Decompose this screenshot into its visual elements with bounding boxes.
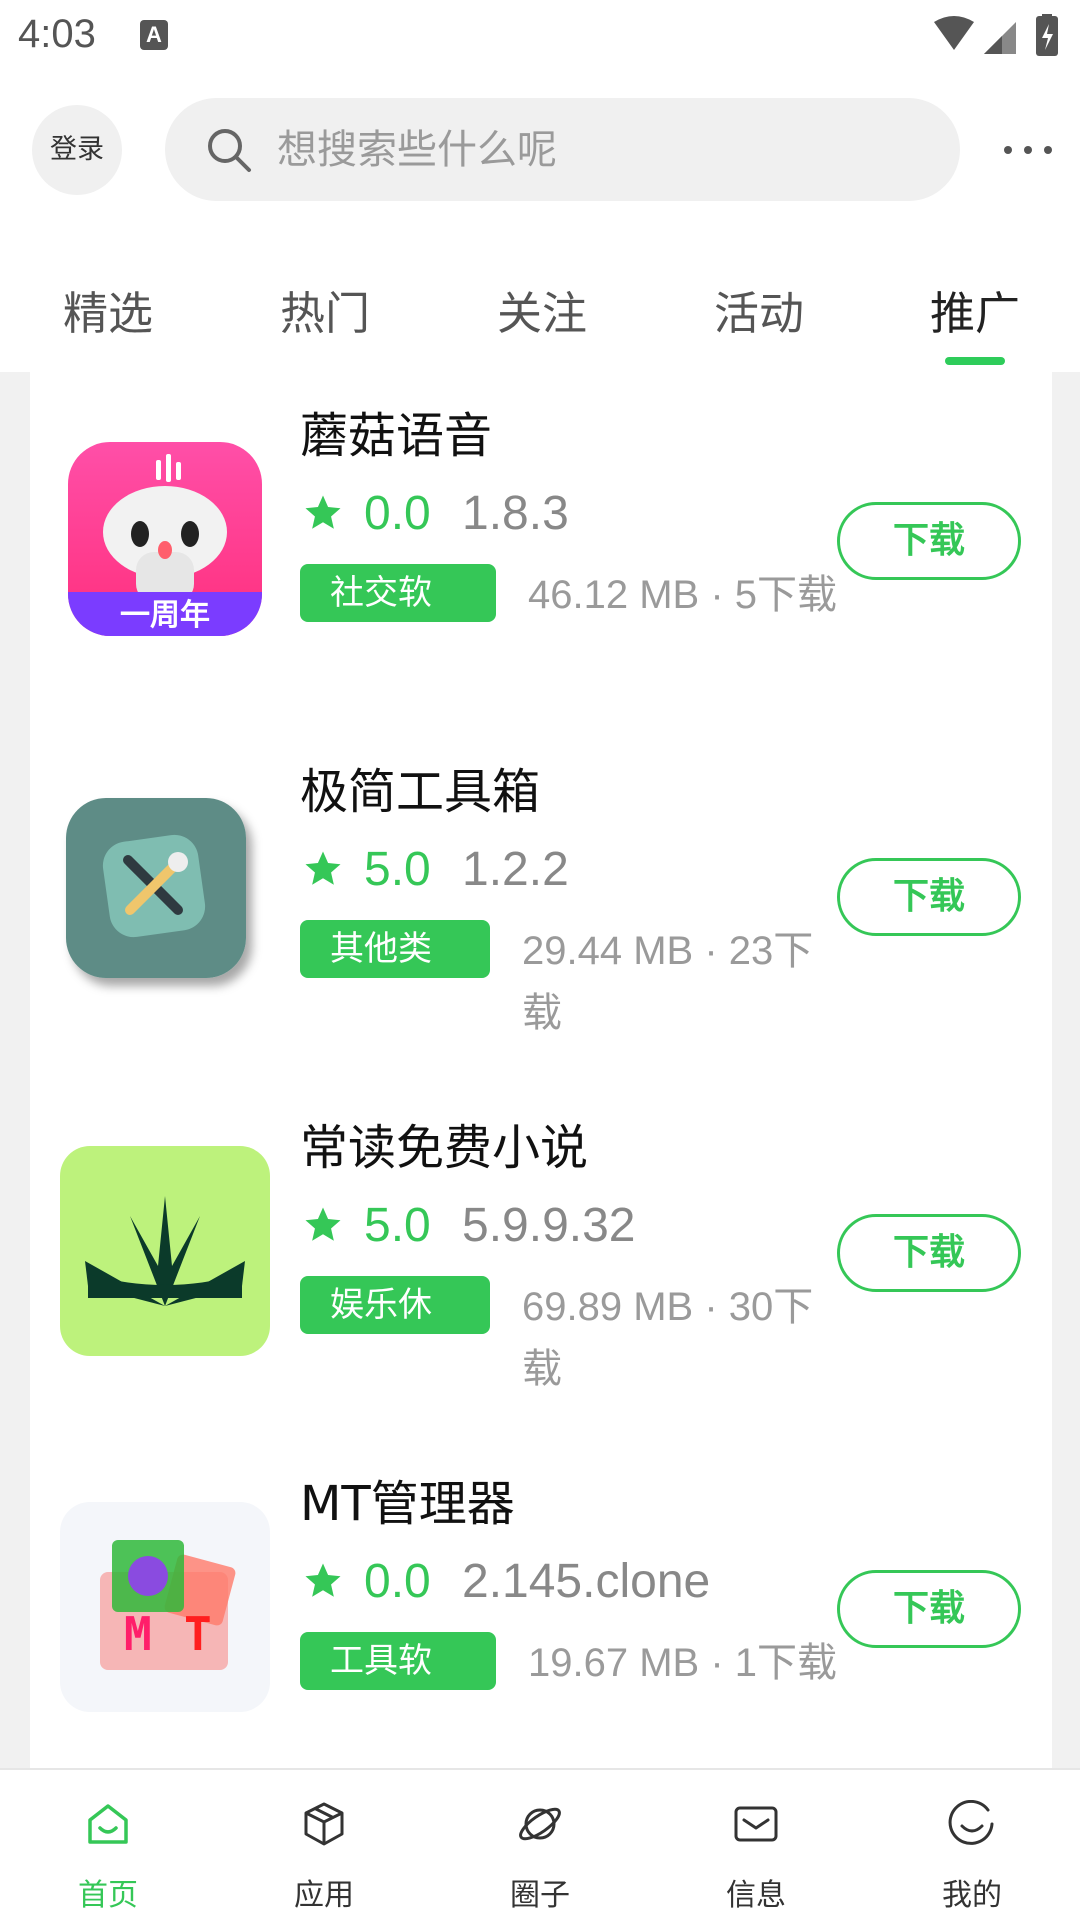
- login-button[interactable]: 登录: [32, 105, 122, 195]
- tab-indicator: [945, 357, 1005, 365]
- app-meta: 29.44 MB · 23下载: [522, 929, 814, 1035]
- category-badge: 工具软: [300, 1632, 496, 1690]
- nav-profile[interactable]: 我的: [892, 1770, 1052, 1920]
- svg-text:一周年: 一周年: [120, 598, 210, 633]
- app-version: 5.9.9.32: [462, 1199, 636, 1252]
- star-icon: [305, 1207, 341, 1241]
- app-item[interactable]: 常读免费小说 5.0 5.9.9.32 娱乐休 69.89 MB · 30下载 …: [30, 1084, 1052, 1440]
- download-button[interactable]: 下载: [837, 1214, 1021, 1292]
- wifi-icon: [934, 16, 974, 50]
- app-version: 1.2.2: [462, 843, 569, 896]
- app-meta: 69.89 MB · 30下载: [522, 1285, 814, 1391]
- cube-icon: [304, 1802, 344, 1846]
- nav-apps[interactable]: 应用: [244, 1770, 404, 1920]
- app-list-container[interactable]: 一周年 蘑菇语音 0.0 1.8.3 社交软 46.12 MB · 5下载 下载: [0, 372, 1080, 1768]
- battery-icon: [1036, 14, 1058, 56]
- app-rating: 5.0: [364, 1199, 431, 1252]
- app-rating: 0.0: [364, 1555, 431, 1608]
- search-input[interactable]: [277, 98, 917, 201]
- download-button[interactable]: 下载: [837, 502, 1021, 580]
- nav-label: 应用: [294, 1878, 354, 1913]
- mail-icon: [734, 1806, 778, 1842]
- tab-promotion[interactable]: 推广: [905, 277, 1045, 342]
- tab-events[interactable]: 活动: [689, 277, 829, 342]
- home-icon: [88, 1804, 128, 1844]
- svg-text:T: T: [184, 1607, 212, 1661]
- novel-reader-icon: [60, 1146, 270, 1356]
- search-bar[interactable]: [165, 98, 960, 201]
- tab-hot[interactable]: 热门: [255, 277, 395, 342]
- status-time: 4:03: [18, 12, 96, 56]
- category-badge: 其他类: [300, 920, 490, 978]
- app-version: 1.8.3: [462, 487, 569, 540]
- smile-icon: [948, 1800, 994, 1845]
- search-icon: [208, 129, 251, 172]
- nav-label: 首页: [78, 1878, 138, 1913]
- category-tabs: 精选 热门 关注 活动 推广: [0, 265, 1080, 370]
- svg-text:M: M: [124, 1607, 152, 1661]
- category-badge: 娱乐休: [300, 1276, 490, 1334]
- app-rating: 0.0: [364, 487, 431, 540]
- nav-label: 圈子: [510, 1878, 570, 1913]
- app-version: 2.145.clone: [462, 1555, 711, 1608]
- nav-label: 我的: [942, 1878, 1002, 1913]
- star-icon: [305, 1563, 341, 1597]
- app-item[interactable]: 极简工具箱 5.0 1.2.2 其他类 29.44 MB · 23下载 下载: [30, 728, 1052, 1084]
- status-bar: 4:03 A: [0, 0, 1080, 75]
- app-name: MT管理器: [300, 1476, 515, 1532]
- planet-icon: [519, 1807, 561, 1841]
- app-item[interactable]: 一周年 蘑菇语音 0.0 1.8.3 社交软 46.12 MB · 5下载 下载: [30, 372, 1052, 728]
- notification-icon: A: [140, 20, 168, 50]
- app-name: 极简工具箱: [300, 764, 541, 820]
- app-name: 蘑菇语音: [300, 408, 493, 464]
- toolbox-icon: [66, 798, 246, 978]
- app-meta: 46.12 MB · 5下载: [528, 573, 838, 617]
- nav-label: 信息: [726, 1878, 786, 1913]
- star-icon: [305, 495, 341, 529]
- signal-icon: [984, 22, 1016, 54]
- star-icon: [305, 851, 341, 885]
- nav-home[interactable]: 首页: [28, 1770, 188, 1920]
- download-button[interactable]: 下载: [837, 1570, 1021, 1648]
- app-meta: 19.67 MB · 1下载: [528, 1641, 838, 1685]
- mt-manager-icon: M T: [60, 1502, 270, 1712]
- download-button[interactable]: 下载: [837, 858, 1021, 936]
- nav-circles[interactable]: 圈子: [460, 1770, 620, 1920]
- app-name: 常读免费小说: [300, 1120, 589, 1176]
- category-badge: 社交软: [300, 564, 496, 622]
- app-rating: 5.0: [364, 843, 431, 896]
- status-icons: [934, 14, 1058, 56]
- bottom-navigation: 首页 应用 圈子 信息 我的: [0, 1768, 1080, 1920]
- more-options-icon[interactable]: [1000, 130, 1056, 170]
- mushroom-voice-icon: 一周年: [68, 442, 262, 636]
- tab-featured[interactable]: 精选: [38, 277, 178, 342]
- screen: 4:03 A 登录 精选 热门 关注 活动 推广: [0, 0, 1080, 1920]
- nav-messages[interactable]: 信息: [676, 1770, 836, 1920]
- app-item[interactable]: M T MT管理器 0.0 2.145.clone 工具软 19.67 MB ·…: [30, 1440, 1052, 1768]
- app-list: 一周年 蘑菇语音 0.0 1.8.3 社交软 46.12 MB · 5下载 下载: [30, 372, 1052, 1768]
- tab-following[interactable]: 关注: [472, 277, 612, 342]
